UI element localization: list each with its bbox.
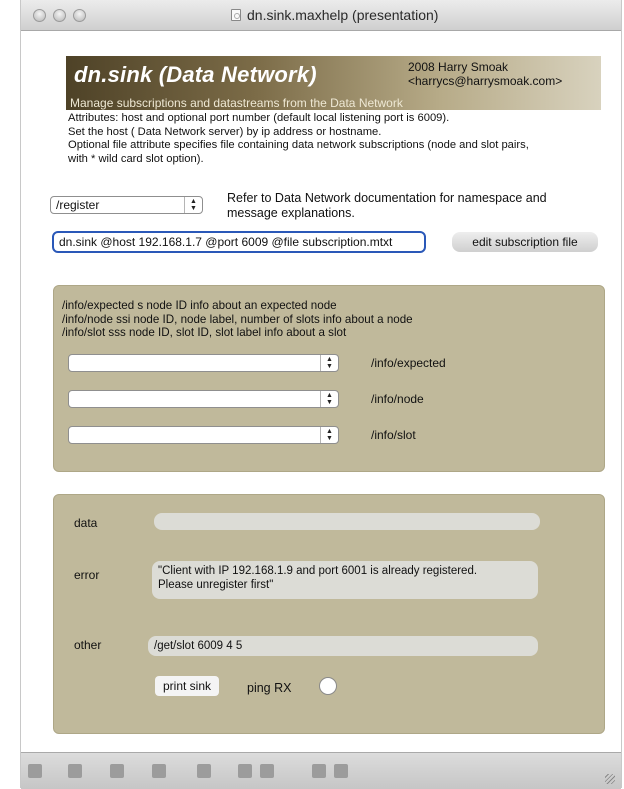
info-slot-label: /info/slot <box>371 428 416 442</box>
info-description: /info/expected s node ID info about an e… <box>62 299 572 340</box>
info-expected-menu[interactable]: ▲ ▼ <box>68 354 339 372</box>
other-field: /get/slot 6009 4 5 <box>148 636 538 656</box>
author-info: 2008 Harry Smoak <harrycs@harrysmoak.com… <box>408 60 598 88</box>
header-banner: dn.sink (Data Network) 2008 Harry Smoak … <box>66 56 601 110</box>
info-desc-line: /info/slot sss node ID, slot ID, slot la… <box>62 326 347 339</box>
inspector-icon[interactable] <box>197 764 211 778</box>
error-line: "Client with IP 192.168.1.9 and port 600… <box>158 565 478 577</box>
minimize-button[interactable] <box>53 9 66 22</box>
stepper-arrows-icon: ▲ ▼ <box>184 197 202 213</box>
print-sink-button[interactable]: print sink <box>155 676 219 696</box>
stepper-arrows-icon: ▲ ▼ <box>320 391 338 407</box>
info-slot-menu[interactable]: ▲ ▼ <box>68 426 339 444</box>
help-window: dn.sink.maxhelp (presentation) dn.sink (… <box>20 0 624 789</box>
data-field <box>154 513 540 530</box>
window-title: dn.sink.maxhelp (presentation) <box>247 7 439 23</box>
lock-icon[interactable] <box>28 764 42 778</box>
attributes-line: with * wild card slot option). <box>68 152 204 165</box>
refer-line: message explanations. <box>227 205 355 220</box>
register-menu-value: /register <box>56 198 100 212</box>
info-node-menu[interactable]: ▲ ▼ <box>68 390 339 408</box>
register-menu[interactable]: /register ▲ ▼ <box>50 196 203 214</box>
dn-sink-object-box[interactable]: dn.sink @host 192.168.1.7 @port 6009 @fi… <box>52 231 426 253</box>
error-field: "Client with IP 192.168.1.9 and port 600… <box>152 561 538 599</box>
info-desc-line: /info/expected s node ID info about an e… <box>62 299 337 312</box>
info-desc-line: /info/node ssi node ID, node label, numb… <box>62 312 413 326</box>
refer-line: Refer to Data Network documentation for … <box>227 191 547 205</box>
grid-icon[interactable] <box>312 764 326 778</box>
object-title: dn.sink (Data Network) <box>74 62 317 87</box>
attributes-line: Optional file attribute specifies file c… <box>68 139 529 152</box>
close-button[interactable] <box>33 9 46 22</box>
output-panel <box>53 494 605 734</box>
info-node-label: /info/node <box>371 392 424 406</box>
edit-subscription-file-button[interactable]: edit subscription file <box>452 232 598 252</box>
refer-note: Refer to Data Network documentation for … <box>227 191 587 220</box>
object-description: Manage subscriptions and datastreams fro… <box>70 96 403 110</box>
author-email: <harrycs@harrysmoak.com> <box>408 74 563 88</box>
title-bar: dn.sink.maxhelp (presentation) <box>21 0 621 31</box>
info-expected-label: /info/expected <box>371 356 446 370</box>
document-icon <box>231 9 241 21</box>
attributes-line: Attributes: host and optional port numbe… <box>68 112 450 124</box>
attributes-line: Set the host ( Data Network server) by i… <box>68 125 382 138</box>
add-object-icon[interactable] <box>68 764 82 778</box>
zoom-button[interactable] <box>73 9 86 22</box>
resize-grip-icon[interactable] <box>605 774 615 784</box>
ping-rx-label: ping RX <box>247 681 292 695</box>
other-label: other <box>74 638 102 652</box>
bottom-toolbar <box>21 752 621 789</box>
error-label: error <box>74 568 100 582</box>
stepper-arrows-icon: ▲ ▼ <box>320 427 338 443</box>
patching-icon[interactable] <box>260 764 274 778</box>
author-name: 2008 Harry Smoak <box>408 60 509 74</box>
stepper-arrows-icon: ▲ ▼ <box>320 355 338 371</box>
move-icon[interactable] <box>110 764 124 778</box>
palette-icon[interactable] <box>152 764 166 778</box>
snap-icon[interactable] <box>334 764 348 778</box>
ping-rx-indicator[interactable] <box>319 677 337 695</box>
attributes-text: Attributes: host and optional port numbe… <box>68 112 624 166</box>
error-line: Please unregister first" <box>158 579 274 591</box>
presentation-icon[interactable] <box>238 764 252 778</box>
data-label: data <box>74 516 98 530</box>
